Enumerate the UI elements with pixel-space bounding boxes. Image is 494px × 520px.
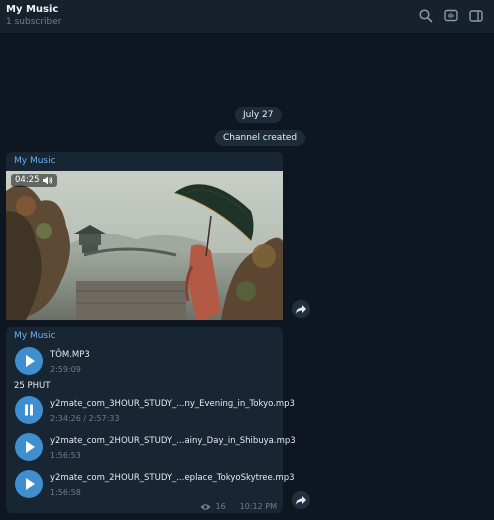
views-eye-icon (200, 503, 211, 510)
video-thumbnail[interactable]: 04:25 (6, 171, 283, 320)
message-sender[interactable]: My Music (14, 156, 56, 166)
track-title: y2mate_com_3HOUR_STUDY_...ny_Evening_in_… (50, 399, 295, 409)
track-duration: 1:56:53 (50, 451, 81, 460)
search-icon[interactable] (418, 8, 434, 24)
pause-button[interactable] (15, 396, 43, 424)
speaker-icon[interactable] (42, 176, 53, 185)
play-button[interactable] (15, 347, 43, 375)
track-duration: 1:56:58 (50, 488, 81, 497)
audio-caption: 25 PHUT (14, 381, 51, 391)
view-count: 16 (215, 502, 226, 511)
audio-track[interactable]: y2mate_com_2HOUR_STUDY_...ainy_Day_in_Sh… (15, 433, 296, 465)
video-duration-badge: 04:25 (11, 174, 57, 187)
track-progress: 2:34:26 / 2:57:33 (50, 414, 120, 423)
track-title: y2mate_com_2HOUR_STUDY_...eplace_TokyoSk… (50, 473, 295, 483)
video-message[interactable]: My Music 04:25 (6, 152, 283, 320)
video-duration: 04:25 (15, 175, 40, 185)
track-title: TÔM.MP3 (50, 350, 90, 360)
subscriber-count: 1 subscriber (6, 17, 62, 27)
audio-track[interactable]: y2mate_com_2HOUR_STUDY_...eplace_TokyoSk… (15, 470, 295, 502)
live-stream-icon[interactable] (443, 8, 459, 24)
track-duration: 2:59:09 (50, 365, 81, 374)
audio-track[interactable]: TÔM.MP3 2:59:09 (15, 347, 275, 379)
play-button[interactable] (15, 470, 43, 498)
play-icon (26, 355, 35, 367)
play-icon (26, 441, 35, 453)
play-button[interactable] (15, 433, 43, 461)
forward-button[interactable] (292, 491, 310, 509)
pause-icon (25, 404, 33, 416)
date-pill: July 27 (235, 107, 282, 123)
audio-track[interactable]: y2mate_com_3HOUR_STUDY_...ny_Evening_in_… (15, 396, 295, 428)
chat-header: My Music 1 subscriber (0, 0, 494, 34)
channel-title[interactable]: My Music (6, 4, 58, 15)
forward-icon (296, 496, 306, 505)
forward-icon (296, 305, 306, 314)
channel-created-pill: Channel created (215, 130, 306, 146)
sidebar-toggle-icon[interactable] (468, 8, 484, 24)
message-meta: 16 10:12 PM (200, 502, 277, 511)
message-sender[interactable]: My Music (14, 331, 56, 341)
play-icon (26, 478, 35, 490)
message-time: 10:12 PM (239, 502, 277, 511)
forward-button[interactable] (292, 300, 310, 318)
track-title: y2mate_com_2HOUR_STUDY_...ainy_Day_in_Sh… (50, 436, 296, 446)
